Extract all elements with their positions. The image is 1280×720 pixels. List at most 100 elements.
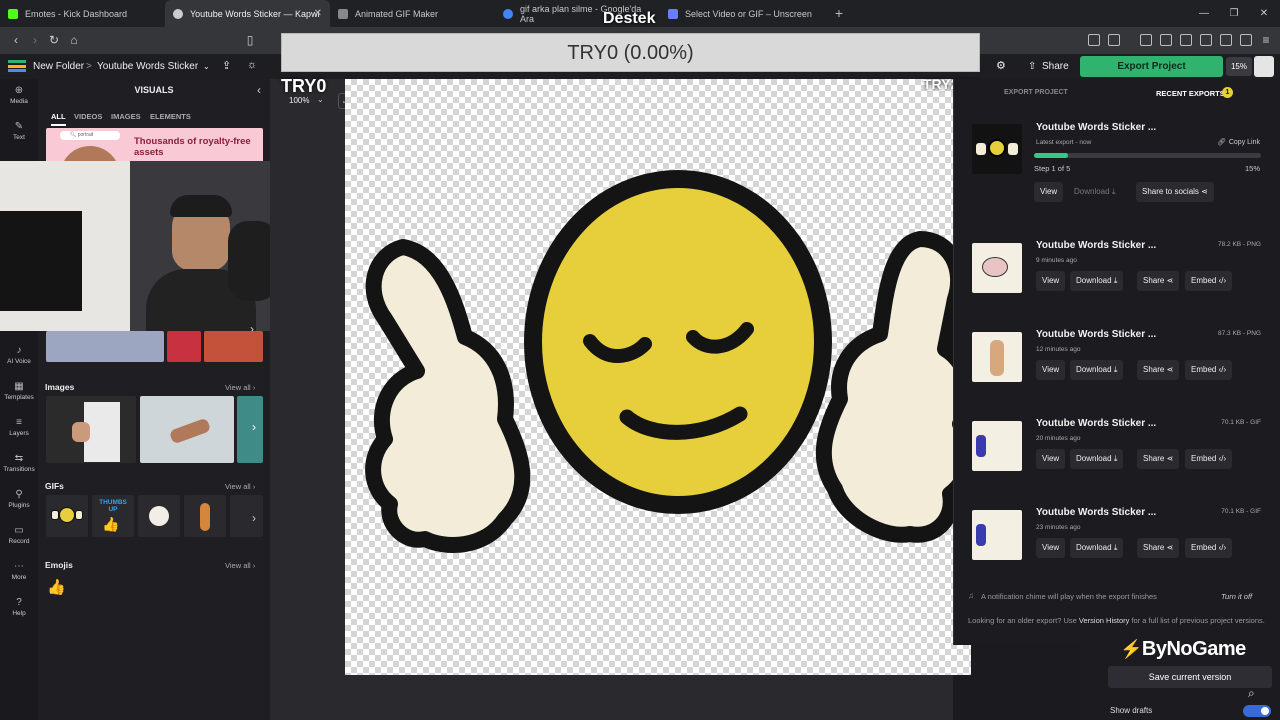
tab-export-project[interactable]: EXPORT PROJECT — [1004, 89, 1068, 96]
image-thumbnail[interactable] — [46, 396, 136, 463]
download-button[interactable]: Download ⤓ — [1070, 449, 1124, 469]
menu-icon[interactable]: ≡ — [1258, 33, 1274, 47]
tab-all[interactable]: ALL — [51, 112, 66, 126]
collapse-chevron-icon[interactable]: ‹ — [257, 83, 261, 97]
rail-help[interactable]: ? Help — [0, 597, 38, 617]
embed-button[interactable]: Embed ‹/› — [1185, 538, 1233, 558]
rail-more[interactable]: ⋯ More — [0, 561, 38, 581]
rail-text[interactable]: ✎ Text — [0, 121, 38, 141]
download-button[interactable]: Download ⤓ — [1070, 271, 1124, 291]
share-button[interactable]: Share ⋖ — [1137, 360, 1180, 380]
carousel-next-icon[interactable]: › — [252, 511, 256, 525]
gif-thumbnail-thumbs-up[interactable]: THUMBS UP 👍 — [92, 495, 134, 537]
browser-tab-kick[interactable]: Emotes - Kick Dashboard — [0, 0, 165, 27]
share-button[interactable]: Share ⋖ — [1137, 538, 1180, 558]
export-thumbnail[interactable] — [972, 243, 1022, 293]
view-button[interactable]: View — [1036, 449, 1066, 469]
rail-layers[interactable]: ≡ Layers — [0, 417, 38, 437]
tab-videos[interactable]: VIDEOS — [74, 112, 102, 121]
tab-elements[interactable]: ELEMENTS — [150, 112, 191, 121]
asset-thumbnail[interactable] — [167, 331, 201, 362]
maximize-button[interactable]: ❐ — [1218, 0, 1250, 27]
forward-arrow-icon[interactable]: › — [27, 33, 43, 47]
upload-icon[interactable]: ⇪ — [222, 59, 231, 72]
turn-off-link[interactable]: Turn it off — [1221, 592, 1252, 601]
sidebar-icon[interactable] — [1180, 34, 1192, 46]
export-project-button[interactable]: Export Project — [1080, 56, 1223, 77]
share-button[interactable]: Share ⋖ — [1137, 449, 1180, 469]
rail-transitions[interactable]: ⇆ Transitions — [0, 453, 38, 473]
asset-thumbnail[interactable] — [204, 331, 263, 362]
canvas-zoom-select[interactable]: 100% — [289, 96, 309, 105]
carousel-next-icon[interactable]: › — [252, 420, 256, 434]
view-button[interactable]: View — [1036, 360, 1066, 380]
export-thumbnail[interactable] — [972, 421, 1022, 471]
extension-icon[interactable] — [1088, 34, 1100, 46]
embed-button[interactable]: Embed ‹/› — [1185, 360, 1233, 380]
version-history-link[interactable]: Version History — [1079, 616, 1129, 625]
zoom-chevron-icon[interactable]: ⌄ — [317, 95, 324, 104]
tab-close-icon[interactable]: ✕ — [314, 8, 322, 19]
rail-templates[interactable]: ▦ Templates — [0, 381, 38, 401]
tab-images[interactable]: IMAGES — [111, 112, 141, 121]
browser-tab-unscreen[interactable]: Select Video or GIF – Unscreen — [660, 0, 825, 27]
copy-link-button[interactable]: Copy Link — [1229, 139, 1260, 146]
images-view-all-link[interactable]: View all › — [225, 383, 255, 392]
rail-ai-voice[interactable]: ♪ AI Voice — [0, 345, 38, 365]
export-thumbnail[interactable] — [972, 510, 1022, 560]
home-icon[interactable]: ⌂ — [66, 33, 82, 47]
project-title[interactable]: Youtube Words Sticker — [97, 61, 198, 72]
view-button[interactable]: View — [1036, 538, 1066, 558]
shield-icon[interactable] — [1240, 34, 1252, 46]
music-icon[interactable] — [1160, 34, 1172, 46]
show-drafts-toggle[interactable] — [1243, 705, 1271, 717]
download-icon[interactable] — [1140, 34, 1152, 46]
emoji-thumbs-up[interactable]: 👍 — [47, 578, 66, 596]
editor-canvas[interactable] — [345, 79, 977, 675]
new-tab-button[interactable]: + — [825, 0, 853, 27]
download-button[interactable]: Download ⤓ — [1070, 538, 1124, 558]
browser-tab-gif-maker[interactable]: Animated GIF Maker — [330, 0, 495, 27]
tab-recent-exports[interactable]: RECENT EXPORTS — [1156, 89, 1225, 98]
latest-download-button[interactable]: Download ⤓ — [1068, 182, 1121, 202]
settings-gear-icon[interactable]: ⚙ — [996, 59, 1006, 72]
extension-icon[interactable] — [1220, 34, 1232, 46]
avatar[interactable] — [1254, 56, 1274, 77]
embed-button[interactable]: Embed ‹/› — [1185, 449, 1233, 469]
share-button[interactable]: Share — [1042, 61, 1069, 72]
rail-media[interactable]: ⊕ Media — [0, 85, 38, 105]
embed-button[interactable]: Embed ‹/› — [1185, 271, 1233, 291]
emojis-view-all-link[interactable]: View all › — [225, 561, 255, 570]
gif-thumbnail[interactable] — [230, 495, 263, 537]
extension-icon[interactable] — [1108, 34, 1120, 46]
gif-thumbnail-figure[interactable] — [184, 495, 226, 537]
back-arrow-icon[interactable]: ‹ — [8, 33, 24, 47]
gifs-view-all-link[interactable]: View all › — [225, 482, 255, 491]
export-thumbnail[interactable] — [972, 332, 1022, 382]
rail-record[interactable]: ▭ Record — [0, 525, 38, 545]
wallet-icon[interactable] — [1200, 34, 1212, 46]
window-close-button[interactable]: ✕ — [1248, 0, 1280, 27]
save-current-version-button[interactable]: Save current version — [1108, 666, 1272, 688]
latest-view-button[interactable]: View — [1034, 182, 1064, 202]
gif-thumbnail-bear[interactable] — [138, 495, 180, 537]
minimize-button[interactable]: — — [1188, 0, 1220, 27]
share-to-socials-button[interactable]: Share to socials ⋖ — [1136, 182, 1214, 202]
image-thumbnail[interactable] — [237, 396, 263, 463]
breadcrumb-folder[interactable]: New Folder — [33, 61, 84, 72]
image-thumbnail[interactable] — [140, 396, 234, 463]
kapwing-logo-icon[interactable] — [8, 60, 26, 72]
asset-thumbnail[interactable] — [46, 331, 164, 362]
lightbulb-icon[interactable]: ☼ — [247, 59, 257, 71]
view-button[interactable]: View — [1036, 271, 1066, 291]
bookmark-icon[interactable]: ▯ — [242, 33, 258, 47]
reload-icon[interactable]: ↻ — [46, 33, 62, 47]
share-button[interactable]: Share ⋖ — [1137, 271, 1180, 291]
latest-export-thumbnail[interactable] — [972, 124, 1022, 174]
gif-thumbnail-emoji[interactable] — [46, 495, 88, 537]
browser-tab-kapwing[interactable]: Youtube Words Sticker — Kapwi ✕ — [165, 0, 330, 27]
rail-plugins[interactable]: ⚲ Plugins — [0, 489, 38, 509]
chevron-down-icon[interactable]: ⌄ — [203, 62, 210, 71]
search-icon[interactable]: ⌕ — [1248, 686, 1255, 701]
download-button[interactable]: Download ⤓ — [1070, 360, 1124, 380]
